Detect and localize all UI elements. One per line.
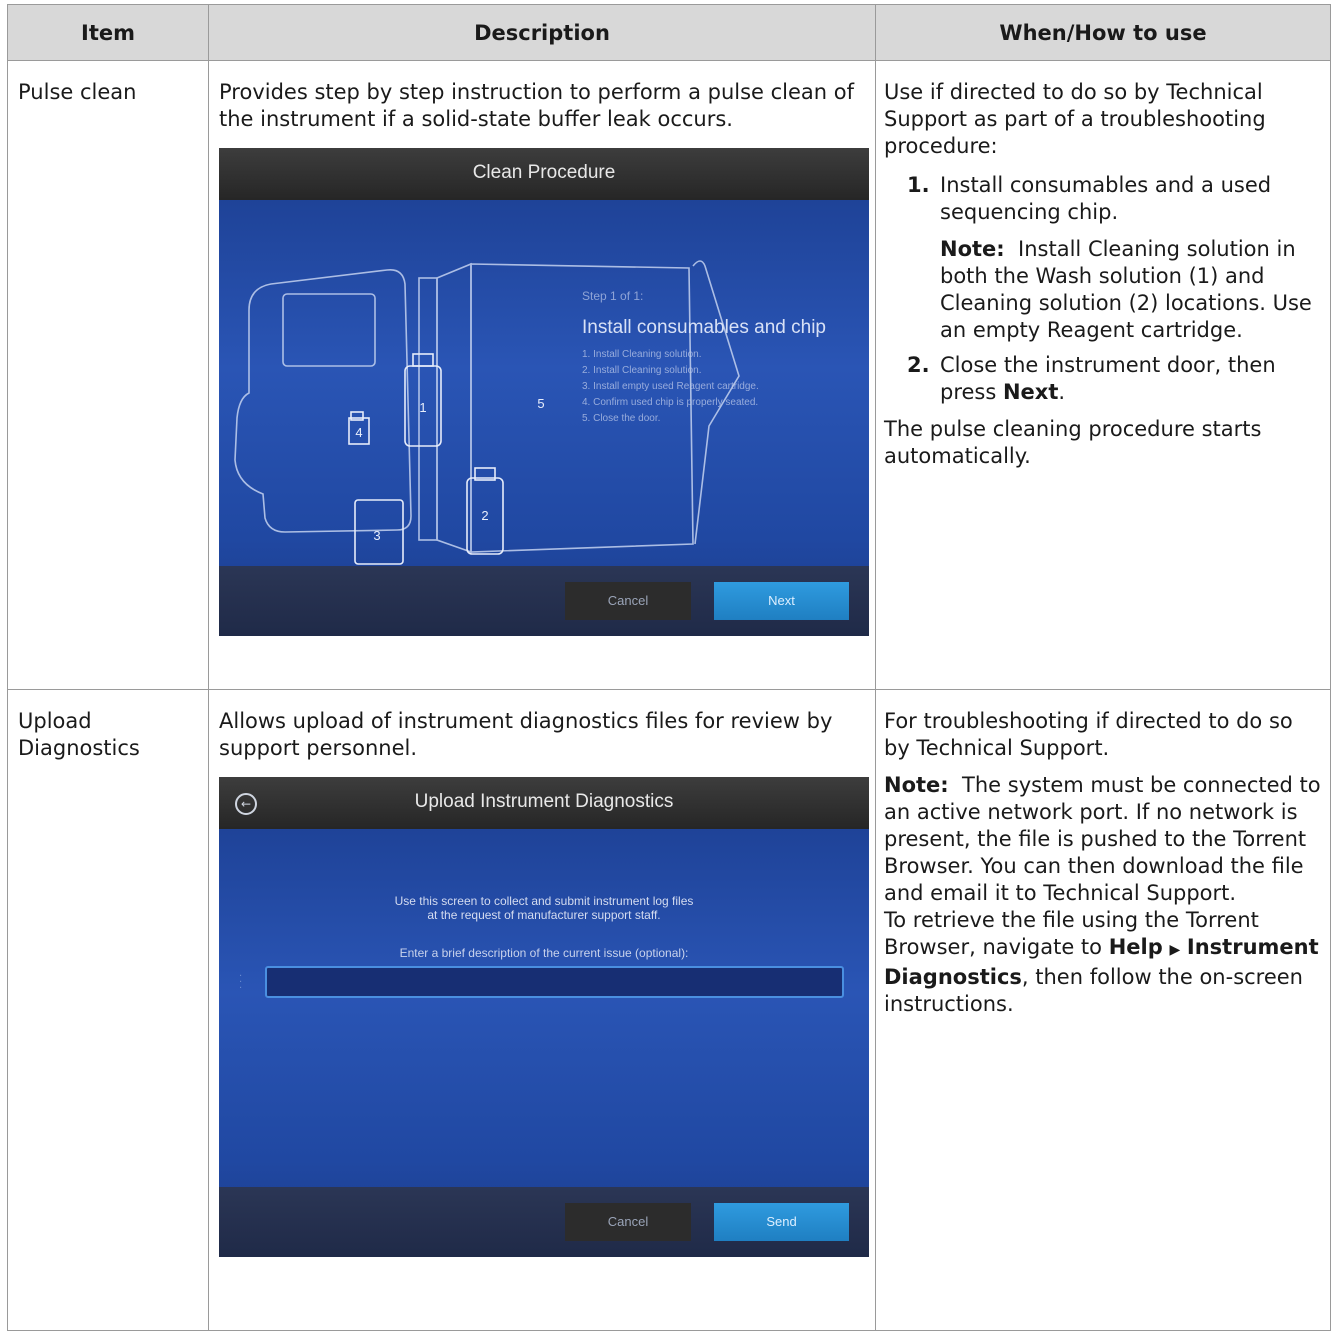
step-number: 2.: [907, 353, 930, 377]
description-cell: Allows upload of instrument diagnostics …: [208, 689, 876, 1331]
instruction-line: at the request of manufacturer support s…: [427, 908, 661, 922]
item-name: Pulse clean: [18, 80, 137, 104]
callout-5: 5: [537, 396, 544, 411]
usage-outro: The pulse cleaning procedure starts auto…: [884, 417, 1262, 468]
list-item: 2. Close the instrument door, then press…: [884, 352, 1324, 406]
usage-intro: Use if directed to do so by Technical Su…: [884, 80, 1266, 158]
callout-4: 4: [355, 425, 362, 440]
cancel-button[interactable]: Cancel: [565, 582, 691, 620]
description-cell: Provides step by step instruction to per…: [208, 60, 876, 690]
table-row: Upload Diagnostics Allows upload of inst…: [7, 689, 1331, 1331]
screen-footer: Cancel Next: [219, 566, 869, 636]
note-text: The system must be connected to an activ…: [884, 773, 1321, 905]
menu-help: Help: [1108, 935, 1163, 959]
header-row: Item Description When/How to use: [7, 4, 1331, 61]
procedure-steps: 1. Install consumables and a used sequen…: [884, 172, 1324, 406]
callout-3: 3: [373, 528, 380, 543]
description-text: Allows upload of instrument diagnostics …: [219, 709, 833, 760]
callout-1: 1: [419, 400, 426, 415]
callout-2: 2: [481, 508, 488, 523]
step-line: 4. Confirm used chip is properly seated.: [582, 397, 759, 408]
send-button[interactable]: Send: [714, 1203, 849, 1241]
next-button[interactable]: Next: [714, 582, 849, 620]
next-keyword: Next: [1002, 380, 1059, 404]
step-text: Install consumables and a used sequencin…: [940, 173, 1272, 224]
usage-cell: For troubleshooting if directed to do so…: [875, 689, 1331, 1331]
header-when: When/How to use: [875, 4, 1331, 61]
menu-arrow-icon: ▶: [1169, 942, 1181, 958]
retrieve-instructions: To retrieve the file using the Torrent B…: [884, 907, 1324, 1018]
item-cell: Upload Diagnostics: [7, 689, 209, 1331]
list-item: 1. Install consumables and a used sequen…: [884, 172, 1324, 344]
clean-procedure-screenshot: Clean Procedure 4 1 5 3 2 Step 1 of 1: I…: [219, 148, 869, 636]
reference-table: Item Description When/How to use Pulse c…: [7, 4, 1331, 1331]
upload-diagnostics-screenshot: Upload Instrument Diagnostics ← Use this…: [219, 777, 869, 1257]
instruction-text: Use this screen to collect and submit in…: [219, 894, 869, 922]
usage-cell: Use if directed to do so by Technical Su…: [875, 60, 1331, 690]
table-row: Pulse clean Provides step by step instru…: [7, 60, 1331, 690]
note-label: Note:: [940, 237, 1005, 261]
note-label: Note:: [884, 773, 949, 797]
description-text: Provides step by step instruction to per…: [219, 80, 855, 131]
instruction-line: Use this screen to collect and submit in…: [394, 894, 694, 908]
step-line: 2. Install Cleaning solution.: [582, 365, 702, 376]
note: Note: The system must be connected to an…: [884, 772, 1324, 907]
step-text: Close the instrument door, then press: [940, 353, 1276, 404]
step-number: 1.: [907, 173, 930, 197]
screen-title: Upload Instrument Diagnostics: [219, 777, 869, 829]
step-line: 1. Install Cleaning solution.: [582, 349, 702, 360]
note: Note: Install Cleaning solution in both …: [940, 236, 1324, 344]
header-item: Item: [7, 4, 209, 61]
usage-intro: For troubleshooting if directed to do so…: [884, 709, 1293, 760]
item-cell: Pulse clean: [7, 60, 209, 690]
step-line: 5. Close the door.: [582, 413, 661, 424]
cancel-button[interactable]: Cancel: [565, 1203, 691, 1241]
step-line: 3. Install empty used Reagent cartridge.: [582, 381, 759, 392]
step-heading: Install consumables and chip: [582, 317, 826, 338]
drag-handle-icon: · · ·: [239, 971, 243, 994]
item-name: Upload Diagnostics: [18, 709, 140, 760]
description-field-label: Enter a brief description of the current…: [399, 946, 689, 960]
step-label: Step 1 of 1:: [582, 289, 644, 303]
screen-footer: Cancel Send: [219, 1187, 869, 1257]
back-arrow-icon[interactable]: ←: [235, 793, 257, 815]
step-text-end: .: [1058, 380, 1066, 404]
issue-description-input[interactable]: [265, 966, 844, 998]
step-panel: Step 1 of 1: Install consumables and chi…: [582, 283, 826, 427]
header-description: Description: [208, 4, 876, 61]
